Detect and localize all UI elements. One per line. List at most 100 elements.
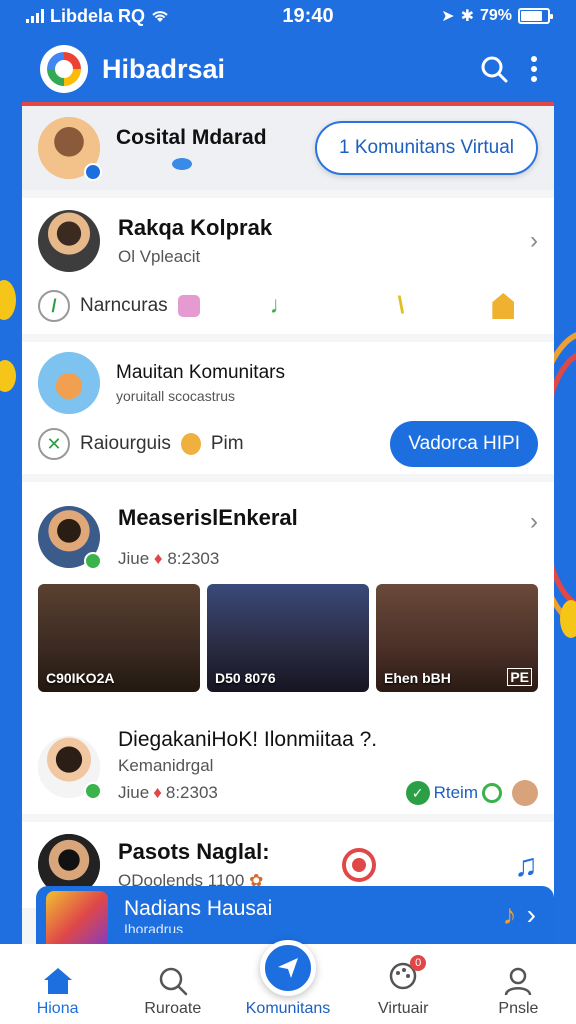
music-note-icon[interactable]: ♫ <box>514 847 538 884</box>
banner-title: Nadians Hausai <box>124 897 273 920</box>
banner-subtitle: Ihoradrus <box>124 921 184 933</box>
photo-badge: PE <box>507 668 532 686</box>
decor-dot <box>560 600 576 638</box>
photo-gallery: C90IKO2A D50 8076 Ehen bBH PE <box>22 584 554 692</box>
avatar[interactable] <box>38 352 100 414</box>
heart-icon[interactable]: ♦ <box>154 549 163 568</box>
battery-percent: 79% <box>479 7 512 24</box>
battery-icon <box>518 8 553 24</box>
nav-label: Pnsle <box>498 1000 539 1017</box>
post-tag[interactable]: Rteim <box>434 783 478 803</box>
decor-dot <box>0 360 16 392</box>
send-icon <box>278 958 298 978</box>
event-header[interactable]: MeaserislEnkeral Jiue ♦ 8:2303 › <box>22 482 554 578</box>
profile-card: Rakqa Kolprak Ol Vpleacit › / Narncuras … <box>22 198 554 334</box>
home-badge-icon[interactable] <box>492 293 515 319</box>
music-title: Pasots Naglal: <box>118 839 270 864</box>
status-bar: Libdela RQ 19:40 ➤ ✱ 79% <box>0 0 576 32</box>
more-options-button[interactable] <box>514 49 554 89</box>
community-name: Cosital Mdarad <box>116 126 267 149</box>
signal-icon <box>26 9 44 23</box>
clock: 19:40 <box>282 4 334 27</box>
search-icon <box>159 967 188 996</box>
avatar[interactable] <box>38 117 102 181</box>
post-card: DiegakaniHoK! Ilonmiitaa ?. Kemanidrgal … <box>22 720 554 814</box>
pin-icon <box>172 158 192 170</box>
profile-subtitle: Ol Vpleacit <box>118 247 201 266</box>
action-label: Narncuras <box>80 295 168 316</box>
post-meta: Jiue ♦ 8:2303 ✓ Rteim <box>118 780 538 806</box>
sticker-icon[interactable] <box>177 295 200 317</box>
flag-icon[interactable]: \ <box>398 292 405 320</box>
nav-home[interactable]: Hiona <box>0 966 115 1018</box>
community-title: Mauitan Komunitars <box>116 362 285 383</box>
community-subtitle: yoruitall scocastrus <box>116 388 236 404</box>
location-icon: ➤ <box>441 8 455 25</box>
avatar[interactable] <box>38 210 100 272</box>
app-title: Hibadrsai <box>102 53 226 84</box>
event-name: MeaserislEnkeral <box>118 505 298 530</box>
check-icon[interactable]: ✕ <box>38 428 70 460</box>
event-photo[interactable]: Ehen bBH PE <box>376 584 538 692</box>
nav-label: Virtuair <box>378 1000 429 1017</box>
nav-profile[interactable]: Pnsle <box>461 966 576 1018</box>
send-fab[interactable] <box>260 940 316 996</box>
reaction-avatar[interactable] <box>512 780 538 806</box>
post-subtitle: Kemanidrgal <box>118 756 214 775</box>
profile-name: Rakqa Kolprak <box>118 215 273 240</box>
profile-actions: / Narncuras ♩ \ <box>22 274 554 338</box>
record-icon <box>351 858 366 872</box>
hand-icon[interactable] <box>180 433 201 455</box>
edit-icon[interactable]: / <box>38 290 70 322</box>
virtual-community-button[interactable]: 1 Komunitans Virtual <box>315 121 538 175</box>
post-time: 8:2303 <box>165 783 218 802</box>
search-icon <box>481 56 508 83</box>
photo-caption: D50 8076 <box>215 670 276 686</box>
app-bar: Hibadrsai <box>22 36 554 102</box>
banner-image <box>46 891 108 944</box>
search-button[interactable] <box>474 49 514 89</box>
event-time: 8:2303 <box>167 549 220 568</box>
profile-row[interactable]: Rakqa Kolprak Ol Vpleacit › <box>22 198 554 274</box>
heart-icon[interactable]: ♦ <box>153 783 162 803</box>
app-logo[interactable] <box>40 45 88 93</box>
community-card: Mauitan Komunitars yoruitall scocastrus … <box>22 342 554 474</box>
event-meta: Jiue ♦ 8:2303 <box>118 549 298 569</box>
avatar[interactable] <box>38 506 102 570</box>
more-vertical-icon <box>531 56 537 82</box>
nav-communities[interactable]: Komunitans <box>230 940 345 1018</box>
decor-dot <box>0 280 16 320</box>
event-photo[interactable]: D50 8076 <box>207 584 369 692</box>
verified-icon[interactable]: ✓ <box>405 781 430 805</box>
post-title: DiegakaniHoK! Ilonmiitaa ?. <box>118 728 378 751</box>
photo-caption: C90IKO2A <box>46 670 115 686</box>
person-icon <box>505 967 532 996</box>
promo-banner[interactable]: Nadians Hausai Ihoradrus ♪ › <box>36 886 554 944</box>
chevron-right-icon[interactable]: › <box>530 508 538 536</box>
bottom-navigation: Hiona Ruroate Komunitans 0 Virtuair Pnsl… <box>0 940 576 1024</box>
nav-label: Hiona <box>36 1000 79 1017</box>
photo-caption: Ehen bBH <box>384 670 451 686</box>
music-note-icon: ♪ <box>502 899 517 930</box>
notification-badge: 0 <box>410 955 427 971</box>
record-button[interactable] <box>341 848 376 882</box>
wifi-icon <box>152 11 168 22</box>
nav-search[interactable]: Ruroate <box>115 966 230 1018</box>
nav-label: Komunitans <box>245 1000 331 1017</box>
music-note-icon[interactable]: ♩ <box>270 292 294 320</box>
status-ring-icon[interactable] <box>482 783 502 803</box>
chevron-right-icon[interactable]: › <box>527 899 536 931</box>
avatar[interactable] <box>38 736 102 800</box>
carrier-label: Libdela RQ <box>50 5 146 26</box>
post-author: Jiue <box>118 783 150 802</box>
chevron-right-icon[interactable]: › <box>530 227 538 255</box>
action-label: Pim <box>210 433 244 454</box>
join-button[interactable]: Vadorca HIPI <box>390 421 538 467</box>
event-card: MeaserislEnkeral Jiue ♦ 8:2303 › C90IKO2… <box>22 482 554 720</box>
home-icon <box>43 968 72 994</box>
community-actions: ✕ Raiourguis Pim Vadorca HIPI <box>22 416 554 472</box>
nav-virtual[interactable]: 0 Virtuair <box>346 955 461 1018</box>
action-label: Raiourguis <box>80 433 171 454</box>
event-author: Jiue <box>118 549 150 568</box>
event-photo[interactable]: C90IKO2A <box>38 584 200 692</box>
